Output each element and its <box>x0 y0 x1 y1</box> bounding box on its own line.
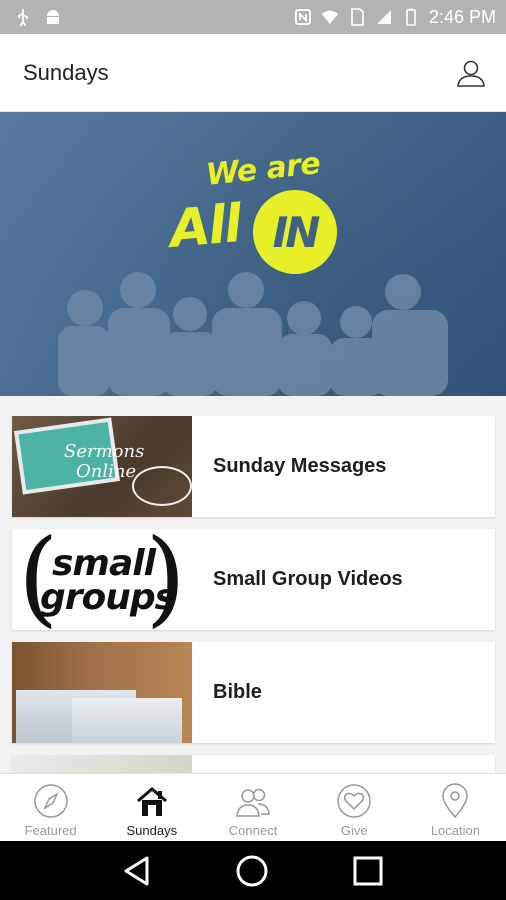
nav-item-connect[interactable]: Connect <box>202 774 303 841</box>
person-icon <box>457 60 485 87</box>
hero-banner[interactable]: We are All IN <box>0 112 506 396</box>
nav-item-sundays[interactable]: Sundays <box>101 774 202 841</box>
small-groups-thumbnail: ( ) small groups <box>12 529 192 630</box>
status-left-icons <box>14 8 62 26</box>
nav-item-give[interactable]: Give <box>304 774 405 841</box>
house-icon <box>136 787 167 816</box>
list-item-label: Sunday Messages <box>213 455 387 477</box>
compass-icon <box>33 784 68 818</box>
sim-icon <box>351 8 364 26</box>
nav-item-featured[interactable]: Featured <box>0 774 101 841</box>
usb-icon <box>18 9 28 26</box>
system-nav-bar <box>0 841 506 900</box>
wifi-icon <box>321 10 338 24</box>
nav-label: Sundays <box>126 823 178 838</box>
list-item-label: Small Group Videos <box>213 568 403 590</box>
nav-item-location[interactable]: Location <box>405 774 506 841</box>
nav-label: Connect <box>228 823 278 838</box>
sermons-thumb-line-2: Online <box>76 461 137 482</box>
android-debug-icon <box>47 10 59 24</box>
nav-label: Give <box>340 823 368 838</box>
app-bar: Sundays <box>0 34 506 112</box>
nfc-icon <box>295 9 311 25</box>
sundays-list: Sermons Online Sunday Messages ( ) small… <box>12 416 495 797</box>
heart-icon <box>337 784 371 818</box>
list-item-sunday-messages[interactable]: Sermons Online Sunday Messages <box>12 416 495 517</box>
people-icon <box>236 788 270 817</box>
sermons-thumb-line-1: Sermons <box>64 441 145 462</box>
profile-button[interactable] <box>454 56 488 90</box>
hero-circle-text: IN <box>272 207 321 257</box>
small-groups-thumb-line-2: groups <box>40 577 176 618</box>
bible-thumbnail <box>12 642 192 743</box>
status-bar: 2:46 PM <box>0 0 506 34</box>
list-item-bible[interactable]: Bible <box>12 642 495 743</box>
battery-icon <box>406 8 416 26</box>
status-time: 2:46 PM <box>428 6 496 27</box>
map-pin-icon <box>442 783 469 819</box>
nav-label: Featured <box>24 823 77 838</box>
hero-tagline-main: All <box>167 194 243 260</box>
sermons-thumbnail: Sermons Online <box>12 416 192 517</box>
list-item-label: Bible <box>213 681 262 703</box>
bottom-nav: Featured Sundays Connect Give Location <box>0 773 506 841</box>
recents-icon[interactable] <box>352 855 384 887</box>
signal-icon <box>376 10 391 24</box>
back-icon[interactable] <box>122 855 152 887</box>
home-icon[interactable] <box>235 854 269 888</box>
page-title: Sundays <box>23 59 109 85</box>
hero-circle-badge: IN <box>253 190 337 274</box>
list-item-small-group-videos[interactable]: ( ) small groups Small Group Videos <box>12 529 495 630</box>
status-right-icons: 2:46 PM <box>294 7 496 28</box>
sermons-thumb-text: Sermons Online <box>64 442 144 482</box>
book-graphic <box>72 698 182 743</box>
nav-label: Location <box>430 823 480 838</box>
